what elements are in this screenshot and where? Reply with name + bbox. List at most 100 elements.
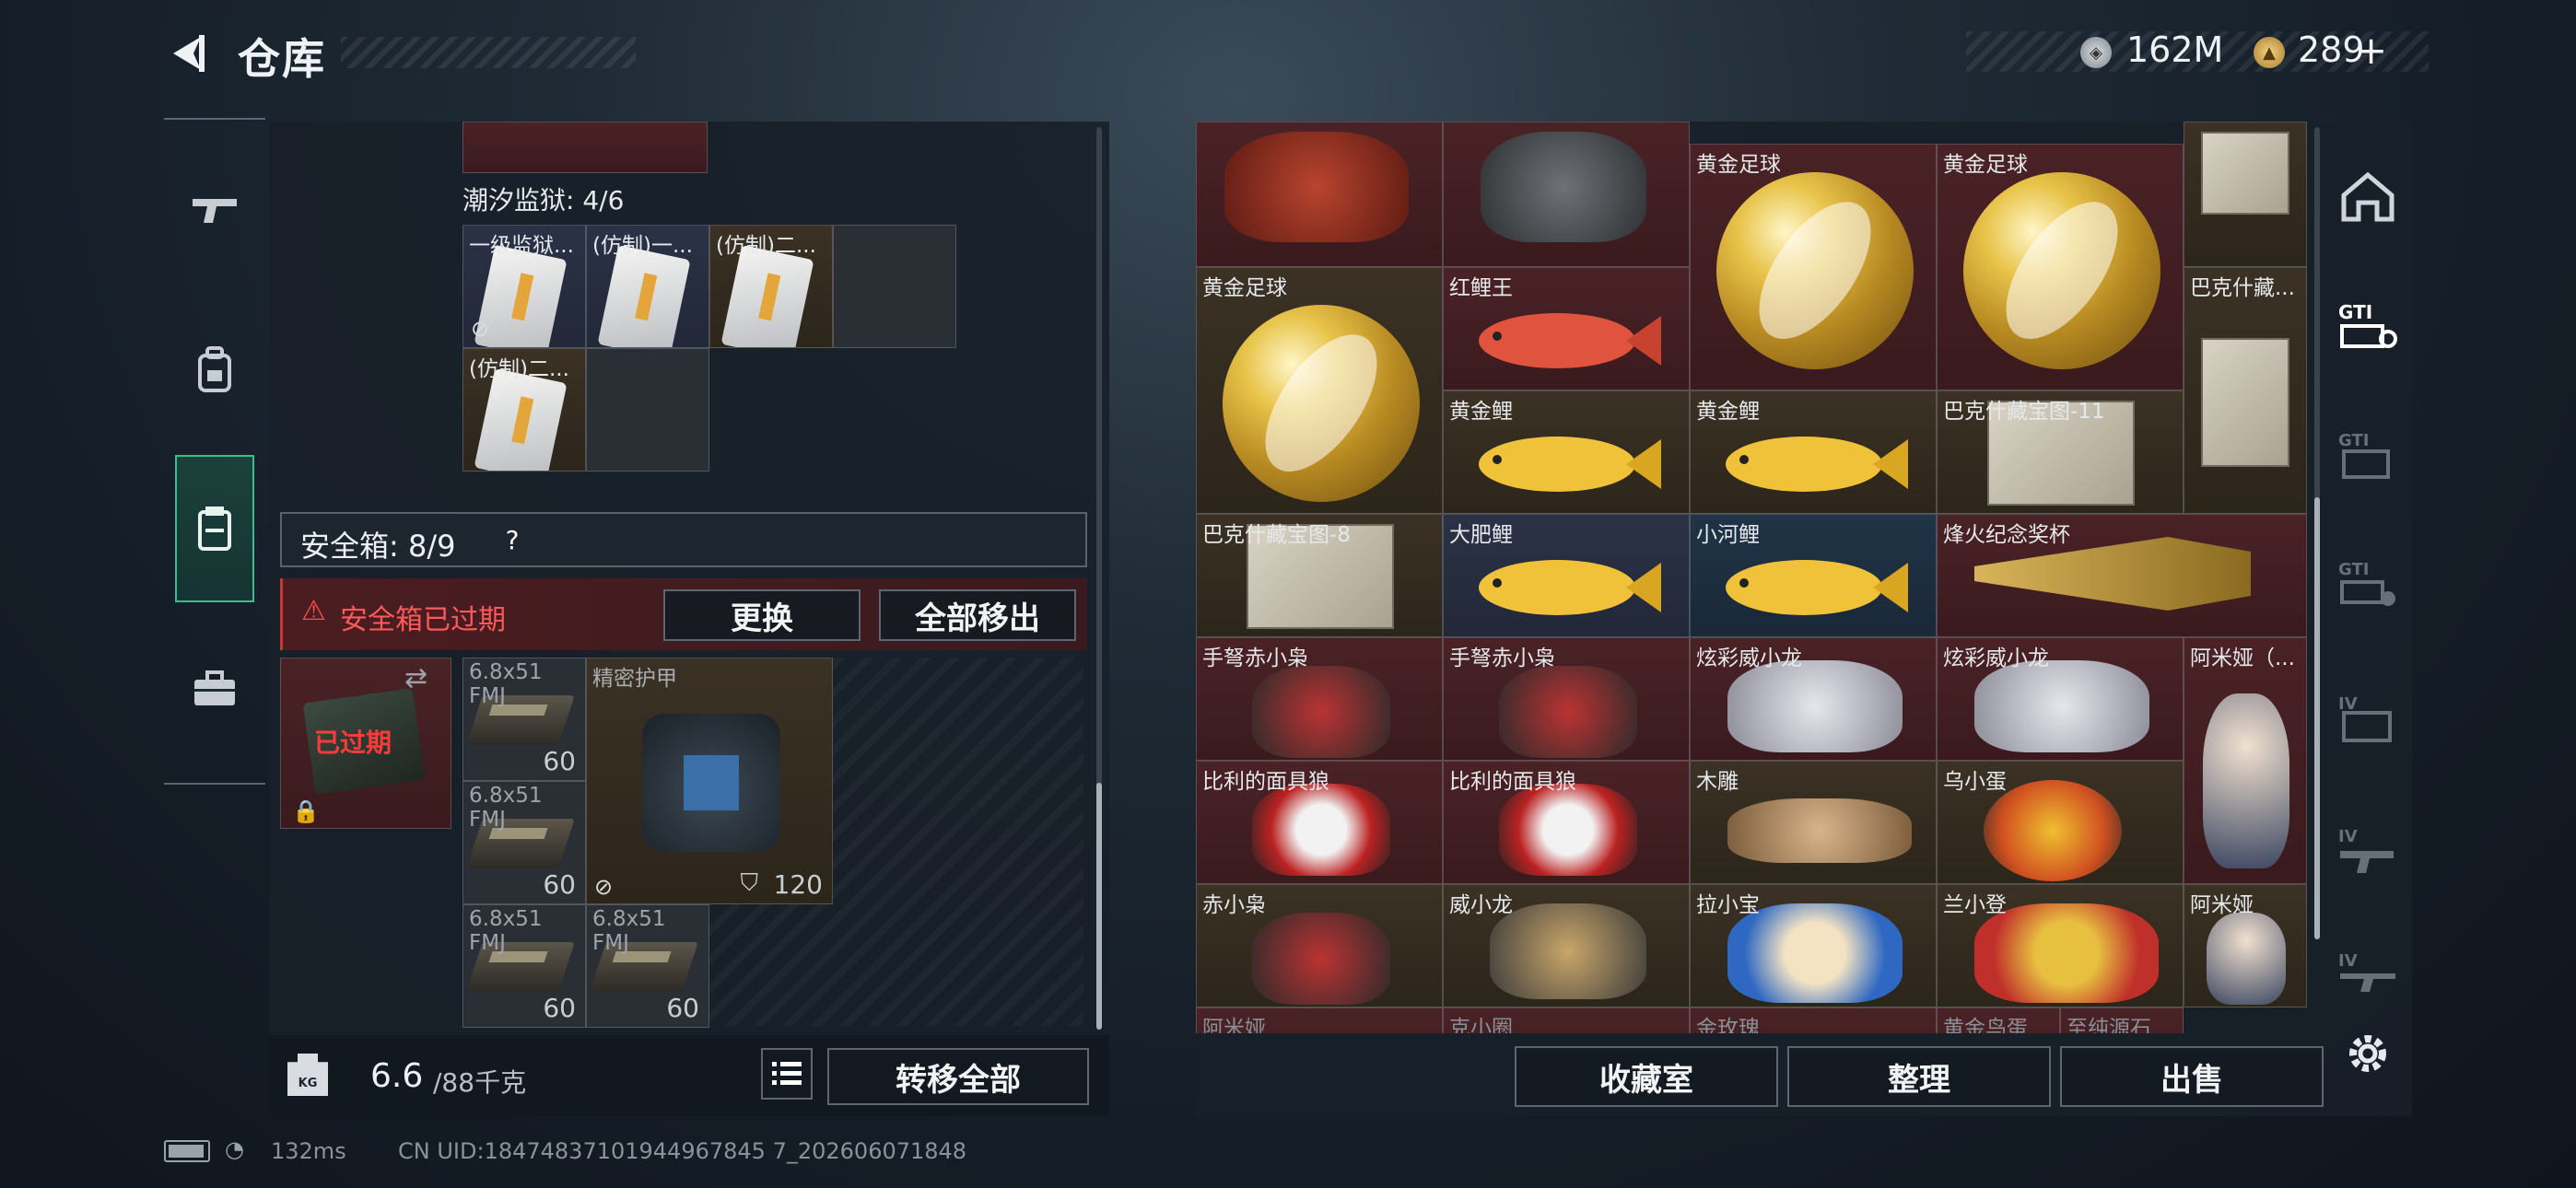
item-slot[interactable]: 巴克什藏... <box>2184 267 2307 514</box>
item-slot[interactable]: 比利的面具狼 <box>1196 761 1443 884</box>
item-slot[interactable]: 炫彩威小龙 <box>1690 637 1937 761</box>
ammo-slot[interactable]: 6.8x51 FMJ 60 <box>463 658 586 781</box>
item-slot[interactable]: 红鲤王 <box>1443 267 1690 390</box>
title-decoration <box>341 37 636 68</box>
item-slot[interactable]: 克小圈 <box>1443 1007 1690 1033</box>
backpack-icon <box>198 346 231 392</box>
expired-warning-text: 安全箱已过期 <box>340 604 506 636</box>
sell-button[interactable]: 出售 <box>2060 1046 2324 1107</box>
left-scrollbar-thumb[interactable] <box>1096 783 1102 1030</box>
tab-equipment[interactable] <box>175 297 254 444</box>
item-slot[interactable]: 威小龙 <box>1443 884 1690 1007</box>
warehouse-category-iv-3[interactable]: IV <box>2335 939 2401 1006</box>
item-slot[interactable]: 拉小宝 <box>1690 884 1937 1007</box>
mech-icon <box>1481 132 1646 242</box>
item-slot[interactable]: 手弩赤小枭 <box>1196 637 1443 761</box>
partial-item-slot[interactable] <box>463 122 708 173</box>
item-label: 一级监狱... <box>469 234 574 258</box>
item-slot[interactable]: 黄金鲤 <box>1690 390 1937 514</box>
collection-room-button[interactable]: 收藏室 <box>1515 1046 1778 1107</box>
item-slot[interactable]: 黄金足球 <box>1937 144 2184 390</box>
item-slot[interactable]: 黄金足球 <box>1690 144 1937 390</box>
tab-toolbox[interactable] <box>175 615 254 763</box>
item-slot[interactable] <box>1443 122 1690 267</box>
ammo-slot[interactable]: 6.8x51 FMJ 60 <box>586 904 709 1028</box>
prison-item-slot[interactable]: (仿制)二... <box>463 348 586 472</box>
item-slot[interactable]: 阿米娅 <box>2184 884 2307 1007</box>
item-slot[interactable]: 至纯源石 <box>2060 1007 2184 1033</box>
item-label: 巴克什藏... <box>2190 276 2295 300</box>
item-label: 木雕 <box>1696 770 1739 794</box>
warehouse-category-gti-3[interactable]: GTI <box>2335 551 2401 617</box>
item-slot[interactable]: 烽火纪念奖杯 <box>1937 514 2307 637</box>
warehouse-category-gti-active[interactable]: GTI <box>2335 293 2401 359</box>
item-slot[interactable]: 木雕 <box>1690 761 1937 884</box>
warehouse-category-home[interactable] <box>2335 164 2401 230</box>
red-carp-icon <box>1479 313 1661 368</box>
sort-button[interactable]: 整理 <box>1787 1046 2051 1107</box>
move-all-out-button[interactable]: 全部移出 <box>879 589 1076 641</box>
item-slot[interactable]: 炫彩威小龙 <box>1937 637 2184 761</box>
item-label: 6.8x51 FMJ <box>469 660 543 708</box>
empty-slot[interactable] <box>833 225 956 348</box>
item-slot[interactable] <box>2184 122 2307 267</box>
item-label: 比利的面具狼 <box>1449 770 1576 794</box>
item-slot[interactable]: 黄金鲤 <box>1443 390 1690 514</box>
item-label: 6.8x51 FMJ <box>469 907 543 955</box>
replace-button[interactable]: 更换 <box>663 589 861 641</box>
item-slot[interactable]: 阿米娅（... <box>2184 637 2307 884</box>
settings-button[interactable] <box>2335 1020 2401 1087</box>
prison-item-slot[interactable]: (仿制)二... <box>709 225 833 348</box>
prison-item-slot[interactable]: (仿制)一... <box>586 225 709 348</box>
item-slot[interactable]: 大肥鲤 <box>1443 514 1690 637</box>
item-slot[interactable]: 金玫瑰 <box>1690 1007 1937 1033</box>
iv-box-icon: IV <box>2338 694 2392 742</box>
item-slot[interactable]: 黄金足球 <box>1196 267 1443 514</box>
help-icon[interactable]: ? <box>494 521 531 558</box>
tab-weapons[interactable] <box>175 136 254 284</box>
item-slot[interactable] <box>1196 122 1443 267</box>
item-slot[interactable]: 比利的面具狼 <box>1443 761 1690 884</box>
ammo-slot[interactable]: 6.8x51 FMJ 60 <box>463 904 586 1028</box>
item-label: 黄金足球 <box>1202 276 1287 300</box>
svg-text:IV: IV <box>2338 694 2358 714</box>
prison-section-title: 潮汐监狱: 4/6 <box>463 185 625 215</box>
warehouse-category-iv-2[interactable]: IV <box>2335 818 2401 884</box>
item-label: 手弩赤小枭 <box>1449 646 1555 670</box>
right-scrollbar-thumb[interactable] <box>2314 497 2320 939</box>
item-slot[interactable]: 阿米娅 <box>1196 1007 1443 1033</box>
item-label: 兰小登 <box>1943 893 2007 917</box>
item-label: (仿制)一... <box>592 234 693 258</box>
crossbow-owl-icon <box>1499 666 1637 758</box>
back-arrow-icon[interactable] <box>164 31 208 76</box>
empty-slot[interactable] <box>586 348 709 472</box>
item-slot[interactable]: 小河鲤 <box>1690 514 1937 637</box>
weight-max: /88千克 <box>433 1067 527 1098</box>
no-trade-icon: ⊘ <box>594 874 614 900</box>
gti-gear-icon: GTI <box>2338 560 2395 606</box>
item-slot[interactable]: 乌小蛋 <box>1937 761 2184 884</box>
item-slot[interactable]: 赤小枭 <box>1196 884 1443 1007</box>
silver-amount: 162M <box>2126 29 2224 70</box>
item-slot[interactable]: 巴克什藏宝图-8 <box>1196 514 1443 637</box>
add-currency-button[interactable]: + <box>2355 28 2387 73</box>
transfer-all-button[interactable]: 转移全部 <box>827 1048 1089 1105</box>
item-slot[interactable]: 黄金鸟蛋 <box>1937 1007 2060 1033</box>
item-slot[interactable]: 巴克什藏宝图-11 <box>1937 390 2184 514</box>
river-carp-icon <box>1726 560 1908 615</box>
item-slot[interactable]: 手弩赤小枭 <box>1443 637 1690 761</box>
item-label: 手弩赤小枭 <box>1202 646 1308 670</box>
safe-box-slot[interactable]: ⇄ 已过期 🔒 <box>280 658 451 829</box>
warehouse-category-iv-1[interactable]: IV <box>2335 685 2401 751</box>
item-label: 乌小蛋 <box>1943 770 2007 794</box>
prison-item-slot[interactable]: 一级监狱... ⊘ <box>463 225 586 348</box>
warehouse-category-gti-2[interactable]: GTI <box>2335 422 2401 488</box>
armor-durability: 120 <box>773 869 823 900</box>
list-view-button[interactable] <box>761 1048 813 1100</box>
item-slot[interactable]: 兰小登 <box>1937 884 2184 1007</box>
tab-warehouse[interactable] <box>175 455 254 602</box>
ammo-slot[interactable]: 6.8x51 FMJ 60 <box>463 781 586 904</box>
armor-slot[interactable]: 精密护甲 ⊘ ⛉ 120 <box>586 658 833 904</box>
list-icon <box>772 1062 802 1085</box>
mask-wolf-icon <box>1499 784 1637 876</box>
